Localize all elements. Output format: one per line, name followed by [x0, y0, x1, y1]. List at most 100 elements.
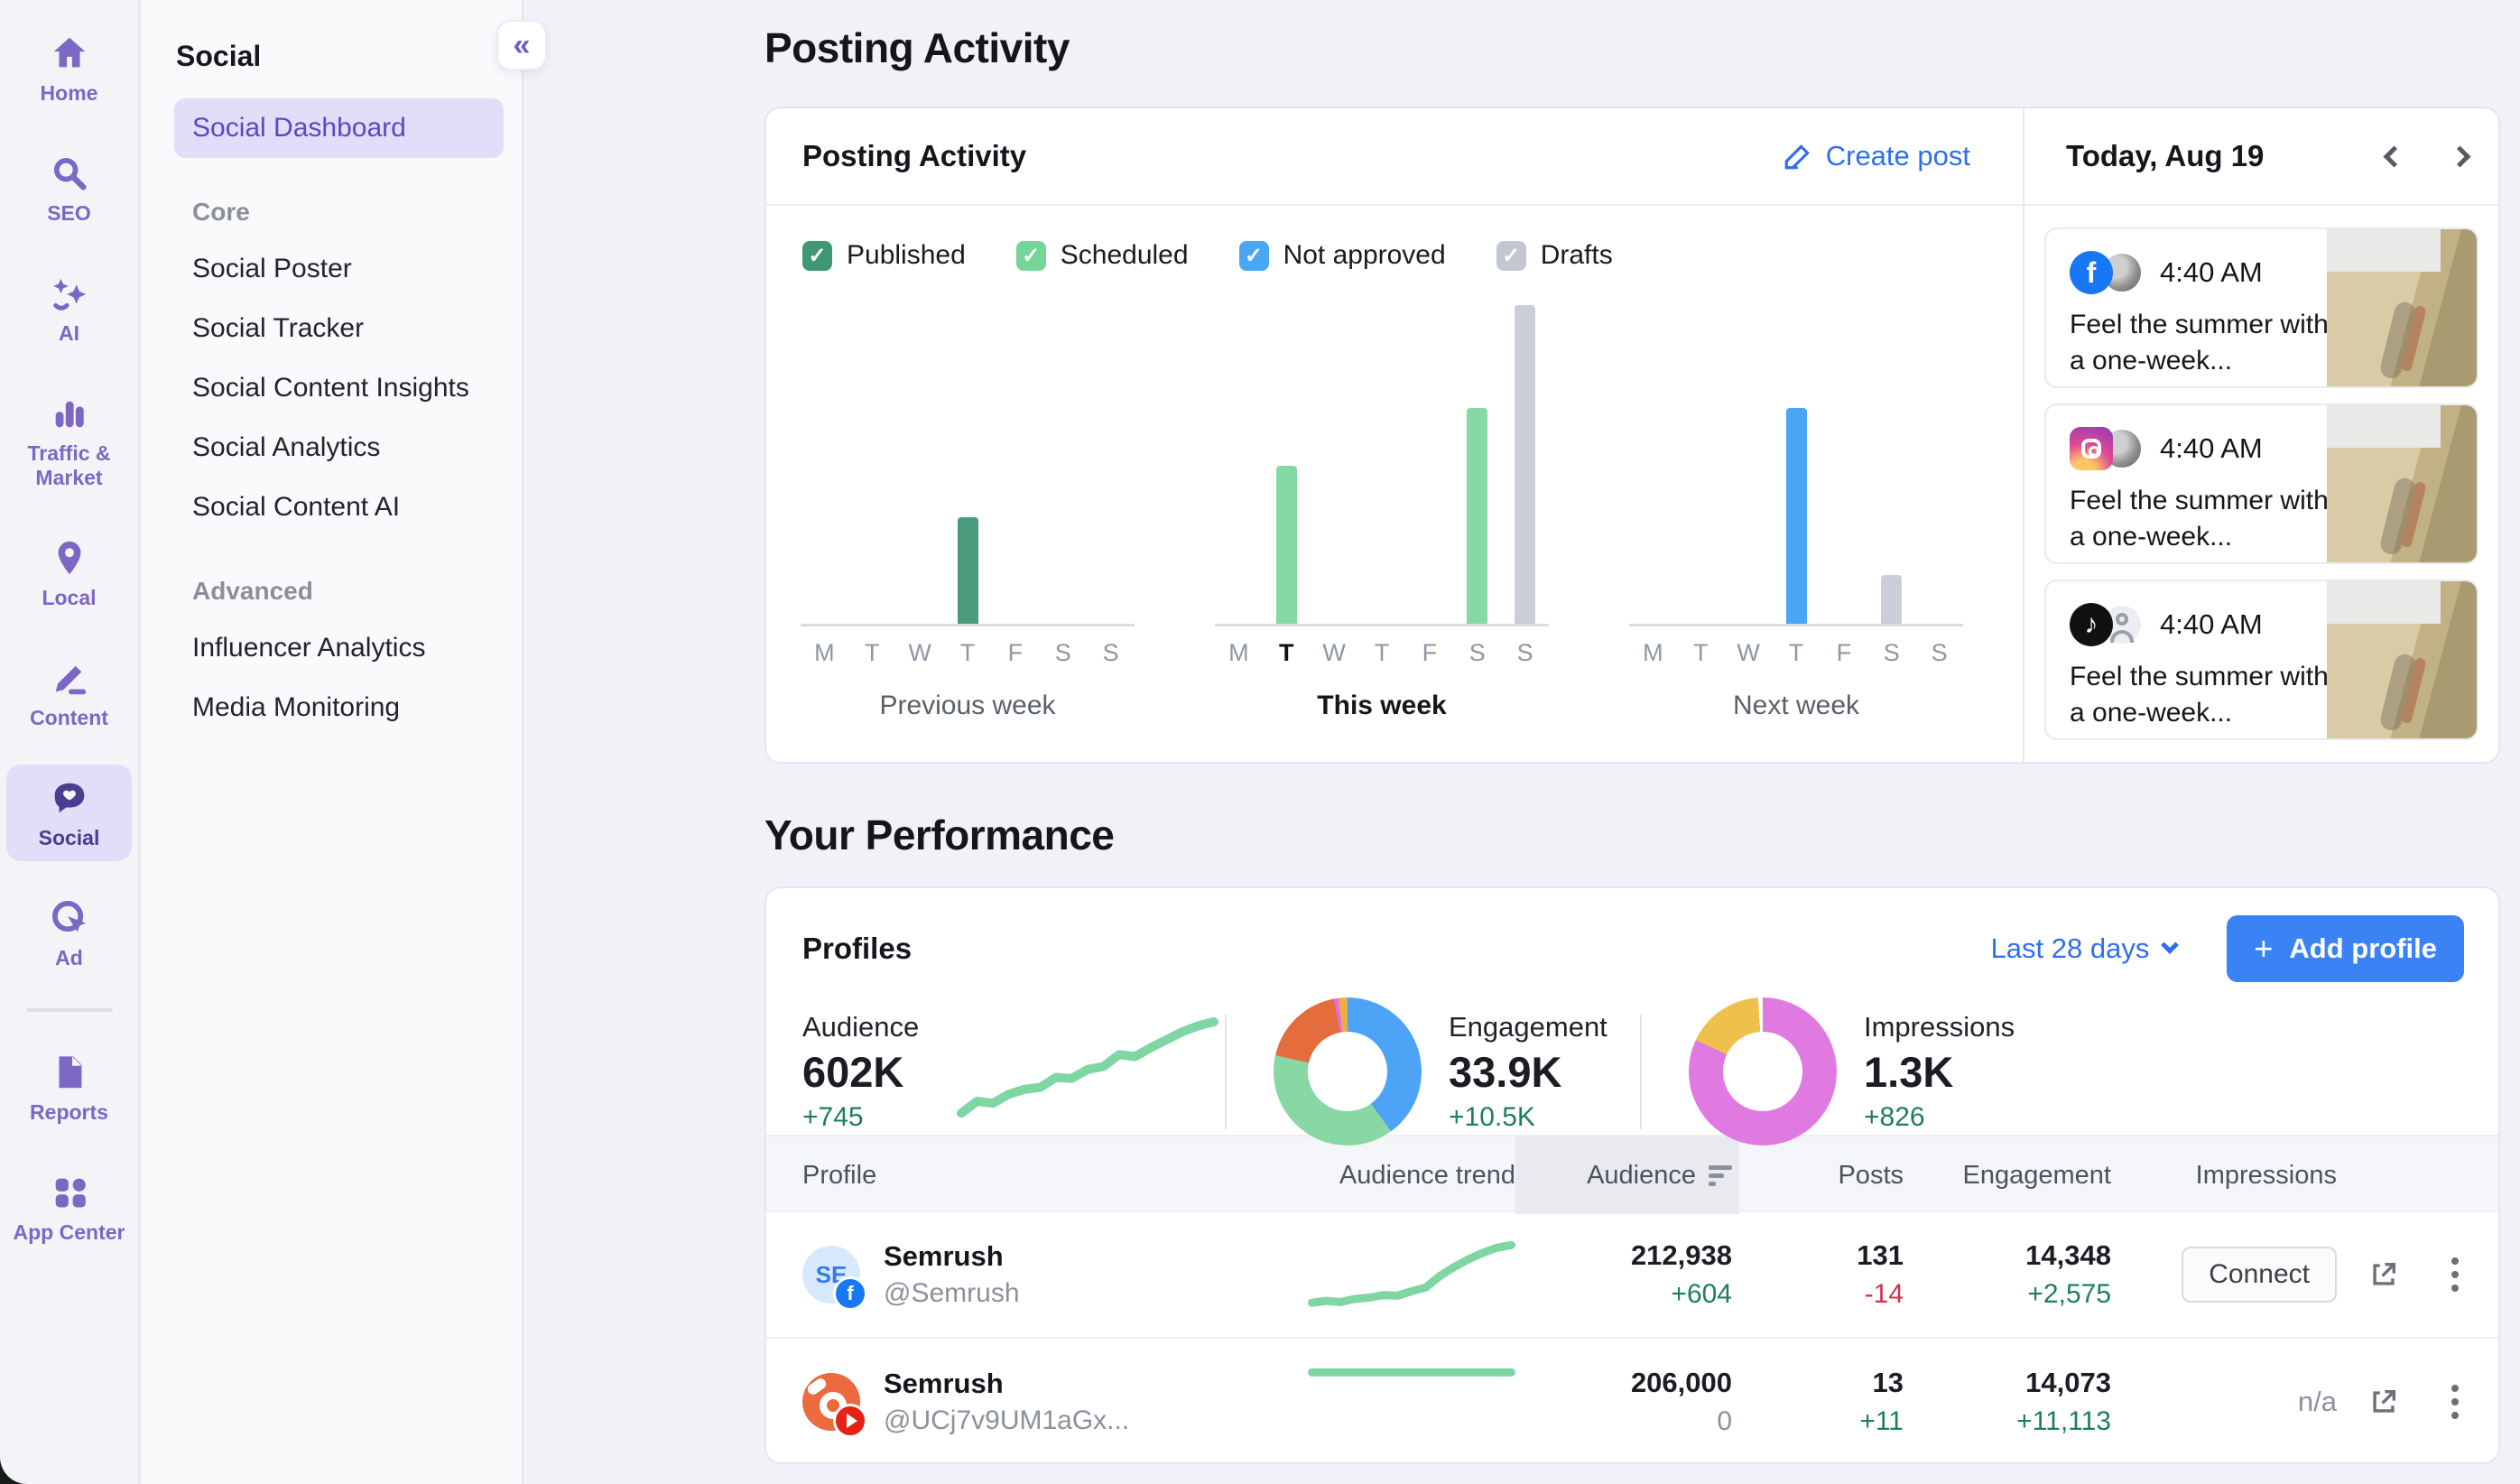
post-text: Feel the summer with a one-week... [2070, 307, 2340, 379]
profile-handle: @Semrush [884, 1278, 1020, 1309]
sidebar-item-social-dashboard[interactable]: Social Dashboard [174, 98, 504, 158]
bar-drafts[interactable] [1515, 305, 1535, 624]
filter-checkbox-drafts[interactable]: ✓Drafts [1496, 240, 1613, 271]
rail-item-social[interactable]: Social [6, 765, 132, 861]
external-link-icon[interactable] [2368, 1387, 2399, 1417]
seo-icon [49, 153, 90, 194]
sidebar-item-media-monitoring[interactable]: Media Monitoring [174, 678, 504, 737]
rail-item-content[interactable]: Content [6, 645, 132, 741]
sort-icon [1709, 1165, 1732, 1186]
sidebar-item-social-content-ai[interactable]: Social Content AI [174, 478, 504, 537]
chevron-down-icon [2161, 936, 2179, 954]
youtube-badge-icon [833, 1404, 867, 1438]
filter-checkbox-published[interactable]: ✓Published [802, 240, 966, 271]
social-sidenav: « Social Social Dashboard Core Social Po… [142, 0, 523, 1484]
kebab-menu-icon[interactable] [2448, 1381, 2462, 1423]
day-label: F [1405, 639, 1453, 667]
filter-checkbox-scheduled[interactable]: ✓Scheduled [1016, 240, 1189, 271]
day-label: T [1677, 639, 1725, 667]
day-label: S [1867, 639, 1915, 667]
rail-item-app-center[interactable]: App Center [6, 1159, 132, 1256]
posting-activity-chart: MTWTFSSPrevious weekMTWTFSSThis weekMTWT… [766, 271, 2023, 721]
facebook-badge-icon: f [833, 1276, 867, 1311]
profile-name[interactable]: Semrush [884, 1240, 1020, 1273]
filter-checkbox-not-approved[interactable]: ✓Not approved [1239, 240, 1446, 271]
post-time: 4:40 AM [2160, 256, 2263, 289]
rail-item-seo[interactable]: SEO [6, 140, 132, 237]
add-profile-button[interactable]: + Add profile [2227, 915, 2464, 982]
engagement-delta: +2,575 [1904, 1279, 2111, 1310]
checkbox-checked-icon: ✓ [1239, 241, 1269, 271]
post-time: 4:40 AM [2160, 608, 2263, 641]
profiles-card-title: Profiles [802, 932, 1991, 966]
posting-activity-card: Posting Activity Create post ✓Published✓… [764, 107, 2500, 764]
pencil-icon [1783, 141, 1813, 172]
sidebar-item-social-content-insights[interactable]: Social Content Insights [174, 358, 504, 418]
column-header-posts[interactable]: Posts [1732, 1161, 1904, 1191]
scheduled-post-tiktok[interactable]: ♪ 4:40 AM Feel the summer with a one-wee… [2044, 580, 2478, 740]
main-content: Posting Activity Posting Activity Create… [523, 0, 2520, 1484]
chevron-left-icon[interactable] [2383, 145, 2404, 167]
week-label: This week [1215, 691, 1549, 721]
sidenav-title: Social [176, 40, 504, 73]
profile-avatar: SE f [802, 1246, 860, 1303]
checkbox-checked-icon: ✓ [1016, 241, 1046, 271]
week-group-previous-week: MTWTFSSPrevious week [801, 301, 1135, 721]
bar-not_approved[interactable] [1786, 408, 1807, 624]
engagement-delta: +10.5K [1449, 1102, 1607, 1133]
column-header-audience[interactable]: Audience [1515, 1136, 1739, 1214]
facebook-icon: f [2070, 251, 2113, 294]
connect-button[interactable]: Connect [2182, 1247, 2337, 1303]
rail-item-ai[interactable]: AI [6, 260, 132, 357]
sidebar-collapse-button[interactable]: « [496, 20, 547, 70]
profiles-card: Profiles Last 28 days + Add profile Audi… [764, 886, 2500, 1464]
post-text: Feel the summer with a one-week... [2070, 483, 2340, 555]
posts-delta: -14 [1732, 1279, 1904, 1310]
audience-delta: +604 [1515, 1279, 1732, 1310]
posts-value: 13 [1732, 1367, 1904, 1399]
sidebar-item-influencer-analytics[interactable]: Influencer Analytics [174, 618, 504, 678]
create-post-button[interactable]: Create post [1783, 140, 1970, 172]
bar-published[interactable] [958, 517, 978, 624]
bar-drafts[interactable] [1881, 575, 1902, 624]
post-text: Feel the summer with a one-week... [2070, 659, 2340, 731]
post-thumbnail-beach [2327, 229, 2477, 386]
day-label: T [1263, 639, 1311, 667]
period-dropdown[interactable]: Last 28 days [1991, 932, 2177, 965]
post-time: 4:40 AM [2160, 432, 2263, 465]
social-icon [49, 777, 90, 819]
column-header-audience-trend[interactable]: Audience trend [1272, 1161, 1515, 1191]
bar-scheduled[interactable] [1276, 466, 1297, 624]
audience-trend-sparkline [1308, 1238, 1515, 1311]
kebab-menu-icon[interactable] [2448, 1254, 2462, 1295]
rail-item-reports[interactable]: Reports [6, 1039, 132, 1136]
rail-item-local[interactable]: Local [6, 524, 132, 621]
scheduled-post-facebook[interactable]: f 4:40 AM Feel the summer with a one-wee… [2044, 227, 2478, 388]
column-header-impressions[interactable]: Impressions [2111, 1161, 2337, 1191]
page-title: Posting Activity [764, 23, 2500, 72]
bar-scheduled[interactable] [1467, 408, 1487, 624]
sidebar-item-social-analytics[interactable]: Social Analytics [174, 418, 504, 478]
column-header-profile[interactable]: Profile [802, 1161, 1272, 1191]
rail-item-ad[interactable]: Ad [6, 885, 132, 981]
chevron-right-icon[interactable] [2449, 145, 2470, 167]
engagement-delta: +11,113 [1904, 1406, 2111, 1437]
scheduled-post-instagram[interactable]: 4:40 AM Feel the summer with a one-week.… [2044, 403, 2478, 564]
external-link-icon[interactable] [2368, 1259, 2399, 1290]
day-label: W [1725, 639, 1773, 667]
engagement-label: Engagement [1449, 1011, 1607, 1043]
day-label: S [1087, 639, 1135, 667]
rail-item-traffic-market[interactable]: Traffic & Market [6, 380, 132, 501]
sidebar-item-social-tracker[interactable]: Social Tracker [174, 299, 504, 358]
profile-name[interactable]: Semrush [884, 1368, 1129, 1400]
sidenav-section-advanced: Advanced [192, 577, 504, 606]
column-header-engagement[interactable]: Engagement [1904, 1161, 2111, 1191]
sidebar-item-social-poster[interactable]: Social Poster [174, 239, 504, 299]
day-label: S [1915, 639, 1963, 667]
plus-icon: + [2254, 930, 2273, 968]
content-icon [49, 657, 90, 699]
impressions-label: Impressions [1864, 1011, 2015, 1043]
table-row: Semrush @UCj7v9UM1aGx... 206,000 0 13 +1… [766, 1339, 2498, 1464]
rail-item-home[interactable]: Home [6, 20, 132, 116]
audience-label: Audience [802, 1011, 919, 1043]
